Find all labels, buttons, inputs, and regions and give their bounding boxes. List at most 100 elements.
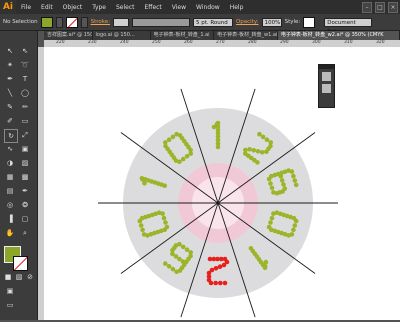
document-tabs: 吉祥图案.ai* @ 150% logo.ai @ 150... 电子钟表-板材… [44,31,400,40]
led-dot [291,173,296,179]
ruler-label: 280 [248,40,257,45]
pencil-tool-icon[interactable]: ✏ [19,101,31,113]
tools-panel: ↖ ⇖ ✴ ➰ ✒ T ╲ ◯ ✎ ✏ ✐ ▭ ↻ ⤢ ∿ ▣ ◑ ▨ ▦ ▩ … [0,31,38,320]
panel-header[interactable] [319,65,334,69]
variable-width-profile[interactable] [131,17,190,27]
stroke-dropdown[interactable] [80,16,88,28]
led-dot [279,178,285,183]
rotate-tool-icon[interactable]: ↻ [4,129,18,143]
tab-doc-5[interactable]: 电子钟表-板材_转盘_w2.ai* @ 350% (CMYK [277,31,400,40]
led-dot [264,137,270,142]
ruler-label: 230 [88,40,97,45]
led-dot [247,147,252,152]
lasso-tool-icon[interactable]: ➰ [19,59,31,71]
style-label: Style: [284,19,301,25]
led-dot [188,250,193,255]
led-dot [271,190,276,195]
led-dot [259,150,265,155]
minimize-button[interactable]: – [362,2,372,13]
menu-edit[interactable]: Edit [36,4,58,11]
document-setup-button[interactable]: Document Setup [324,17,373,35]
opacity-label[interactable]: Opacity: [236,19,259,25]
gradient-tool-icon[interactable]: ▤ [4,185,16,197]
layers-panel-icon[interactable] [322,72,331,81]
stroke-label[interactable]: Stroke: [91,19,110,25]
control-bar: No Selection Stroke: 5 pt. Round Opacity… [0,14,400,35]
tab-doc-2[interactable]: logo.ai @ 150... [93,31,151,40]
menu-help[interactable]: Help [225,4,249,11]
type-tool-icon[interactable]: T [19,73,31,85]
line-tool-icon[interactable]: ╲ [4,87,16,99]
maximize-button[interactable]: □ [375,2,385,13]
menu-window[interactable]: Window [191,4,225,11]
artwork [98,88,338,318]
led-dot [260,134,266,140]
blend-tool-icon[interactable]: ◎ [4,199,16,211]
led-dot [170,134,176,140]
artboard-tool-icon[interactable]: ▢ [19,213,31,225]
symbol-sprayer-tool-icon[interactable]: ❂ [19,199,31,211]
close-button[interactable]: × [388,2,398,13]
live-paint-tool-icon[interactable]: ▨ [19,157,31,169]
led-dot [257,131,262,137]
eyedropper-tool-icon[interactable]: ✒ [19,185,31,197]
eraser-tool-icon[interactable]: ▭ [19,115,31,127]
led-dot [281,182,286,187]
led-dot [266,224,272,230]
opacity-field[interactable]: 100% [261,17,282,27]
fill-dropdown[interactable] [55,16,63,28]
warp-tool-icon[interactable]: ∿ [4,143,16,155]
menu-bar: Ai File Edit Object Type Select Effect V… [0,0,400,14]
floating-panel [318,64,335,108]
stroke-weight-field[interactable] [112,17,129,27]
menu-view[interactable]: View [167,4,191,11]
screen-mode-icon[interactable]: ▭ [4,299,16,311]
zoom-tool-icon[interactable]: ⌕ [19,227,31,239]
brush-definition[interactable]: 5 pt. Round [192,17,233,27]
led-dot [222,280,228,286]
menu-file[interactable]: File [16,4,36,11]
led-dot [268,181,273,186]
menu-object[interactable]: Object [58,4,88,11]
ruler-label: 250 [152,40,161,45]
menu-select[interactable]: Select [111,4,140,11]
led-dot [266,176,272,182]
hand-tool-icon[interactable]: ✋ [4,227,16,239]
artboard-canvas[interactable] [44,47,400,320]
none-mode-icon[interactable]: ⊘ [24,271,36,283]
menu-effect[interactable]: Effect [140,4,167,11]
led-dot [214,121,220,127]
stroke-color-box[interactable] [13,256,28,271]
stroke-swatch[interactable] [65,16,78,28]
selection-label: No Selection [3,19,38,25]
shape-builder-tool-icon[interactable]: ◑ [4,157,16,169]
pen-tool-icon[interactable]: ✒ [4,73,16,85]
led-dot [164,224,170,230]
tab-doc-4[interactable]: 电子钟表-板材_转盘_w1.ai* [214,31,278,40]
style-swatch[interactable] [303,16,316,28]
blob-brush-tool-icon[interactable]: ✐ [4,115,16,127]
paintbrush-tool-icon[interactable]: ✎ [4,101,16,113]
led-dot [163,261,168,266]
ellipse-tool-icon[interactable]: ◯ [19,87,31,99]
led-dot [291,227,296,233]
perspective-grid-tool-icon[interactable]: ▦ [4,171,16,183]
graphic-styles-panel-icon[interactable] [322,84,331,93]
menu-type[interactable]: Type [87,4,111,11]
scale-tool-icon[interactable]: ⤢ [19,129,31,141]
mesh-tool-icon[interactable]: ▩ [19,171,31,183]
direct-selection-tool-icon[interactable]: ⇖ [19,45,31,57]
magic-wand-tool-icon[interactable]: ✴ [4,59,16,71]
led-dot [213,280,218,286]
column-graph-tool-icon[interactable]: ▐ [4,213,16,225]
tab-doc-3[interactable]: 电子钟表-板材_转盘_1.ai [151,31,215,40]
drawing-mode-icon[interactable]: ▣ [4,285,16,297]
led-dot [255,149,261,154]
fill-swatch[interactable] [40,16,53,28]
led-dot [268,220,273,225]
tab-doc-1[interactable]: 吉祥图案.ai* @ 150% [44,31,93,40]
selection-tool-icon[interactable]: ↖ [4,45,16,57]
free-transform-tool-icon[interactable]: ▣ [19,143,31,155]
led-dot [166,137,172,142]
led-dot [161,215,167,221]
